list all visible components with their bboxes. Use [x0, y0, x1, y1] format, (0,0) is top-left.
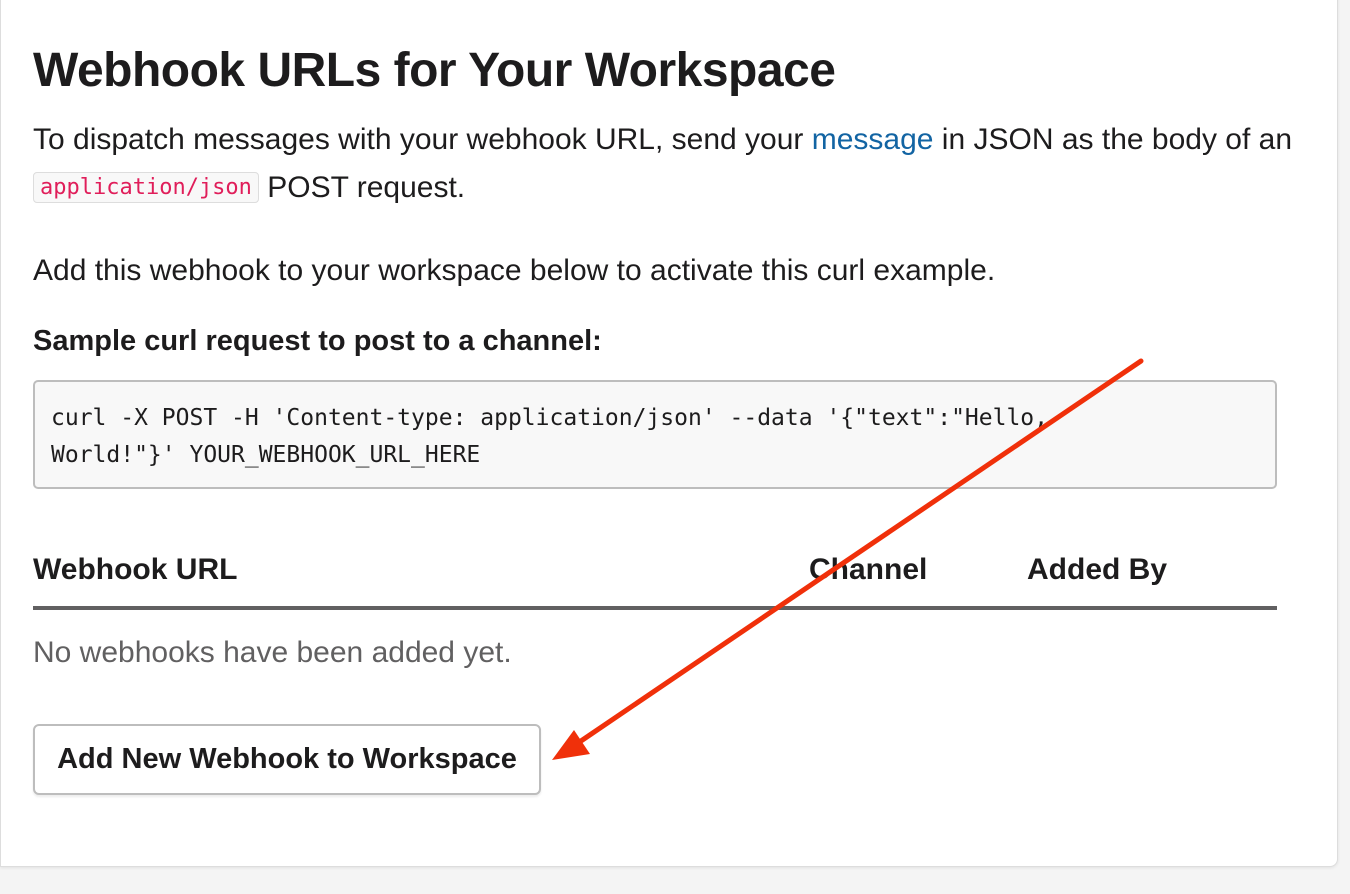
column-channel: Channel — [809, 553, 928, 586]
column-added-by: Added By — [1027, 553, 1168, 586]
add-new-webhook-button[interactable]: Add New Webhook to Workspace — [33, 724, 541, 795]
empty-state-text: No webhooks have been added yet. — [33, 636, 512, 669]
sample-curl-code[interactable]: curl -X POST -H 'Content-type: applicati… — [33, 380, 1277, 489]
webhook-card: Webhook URLs for Your Workspace To dispa… — [0, 0, 1338, 867]
webhook-table-header: Webhook URL Channel Added By — [33, 544, 1277, 610]
intro-text-1: To dispatch messages with your webhook U… — [33, 123, 812, 156]
intro-text-3: POST request. — [258, 171, 466, 204]
column-webhook-url: Webhook URL — [33, 553, 238, 586]
message-link[interactable]: message — [812, 123, 934, 156]
intro-paragraph: To dispatch messages with your webhook U… — [33, 116, 1293, 212]
sample-curl-heading: Sample curl request to post to a channel… — [33, 325, 602, 357]
intro-text-2: in JSON as the body of an — [933, 123, 1293, 156]
activate-paragraph: Add this webhook to your workspace below… — [33, 254, 996, 287]
page-title: Webhook URLs for Your Workspace — [33, 44, 836, 97]
content-type-code: application/json — [33, 172, 259, 203]
